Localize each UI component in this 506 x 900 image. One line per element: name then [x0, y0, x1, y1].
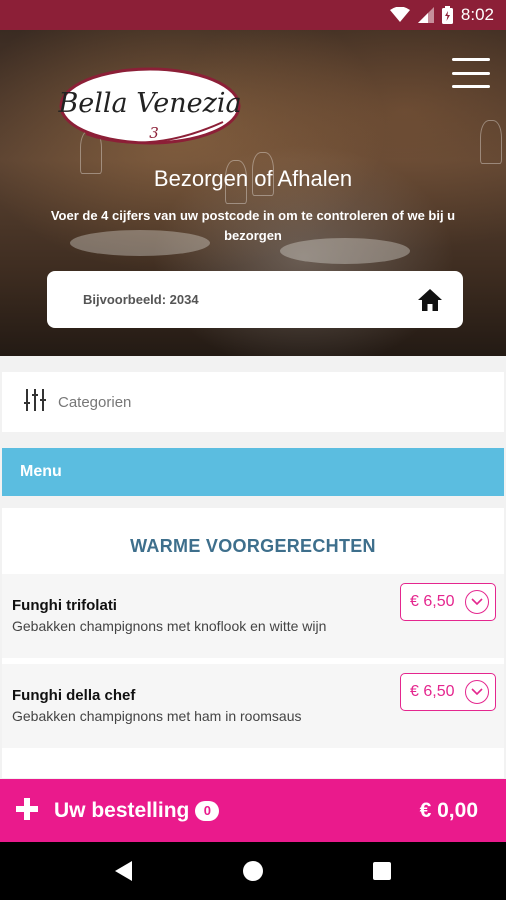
postcode-search-box	[47, 271, 463, 328]
menu-item-name: Funghi della chef	[12, 687, 136, 704]
recents-icon[interactable]	[362, 851, 402, 891]
menu-item-price: € 6,50	[410, 683, 455, 700]
categories-filter[interactable]: Categorien	[2, 372, 504, 432]
home-circle-icon[interactable]	[233, 851, 273, 891]
section-title: WARME VOORGERECHTEN	[130, 536, 376, 556]
menu-item-description: Gebakken champignons met ham in roomsaus	[12, 708, 302, 724]
order-label: Uw bestelling	[54, 798, 190, 822]
menu-item-description: Gebakken champignons met knoflook en wit…	[12, 618, 327, 634]
signal-icon	[417, 7, 434, 23]
add-to-order-button[interactable]: € 6,50	[400, 673, 496, 711]
home-icon[interactable]	[415, 285, 445, 315]
chevron-down-icon	[465, 680, 489, 704]
status-bar: 8:02	[0, 0, 506, 30]
menu-item-name: Funghi trifolati	[12, 597, 117, 614]
add-to-order-button[interactable]: € 6,50	[400, 583, 496, 621]
svg-text:Bella Venezia: Bella Venezia	[58, 88, 242, 119]
menu-item[interactable]: Funghi trifolati Gebakken champignons me…	[2, 574, 504, 658]
hamburger-line	[452, 71, 490, 75]
sliders-icon	[24, 388, 46, 417]
hero-banner: Bella Venezia 3 Bezorgen of Afhalen Voer…	[0, 30, 506, 356]
svg-text:3: 3	[149, 124, 159, 142]
menu-list: WARME VOORGERECHTEN Funghi trifolati Geb…	[2, 508, 504, 778]
page-subtitle: Voer de 4 cijfers van uw postcode in om …	[50, 208, 456, 243]
page-title: Bezorgen of Afhalen	[153, 166, 353, 191]
background-glass	[480, 120, 502, 164]
postcode-input[interactable]	[83, 292, 415, 307]
back-icon[interactable]	[104, 851, 144, 891]
wifi-icon	[389, 7, 410, 23]
system-nav-bar	[0, 842, 506, 900]
menu-header: Menu	[2, 448, 504, 496]
bella-venezia-logo: Bella Venezia 3	[58, 67, 242, 145]
chevron-down-icon	[465, 590, 489, 614]
menu-item[interactable]: Funghi della chef Gebakken champignons m…	[2, 664, 504, 748]
order-total: € 0,00	[419, 798, 478, 822]
order-count-badge: 0	[195, 800, 220, 821]
hamburger-line	[452, 85, 490, 88]
categories-label: Categorien	[58, 393, 132, 411]
hamburger-menu-button[interactable]	[452, 58, 490, 88]
clock: 8:02	[460, 5, 494, 24]
menu-item-price: € 6,50	[410, 593, 455, 610]
battery-icon	[441, 6, 453, 24]
plus-icon	[16, 797, 42, 824]
hamburger-line	[452, 58, 490, 61]
order-summary-button[interactable]: Uw bestelling 0 € 0,00	[0, 779, 506, 842]
